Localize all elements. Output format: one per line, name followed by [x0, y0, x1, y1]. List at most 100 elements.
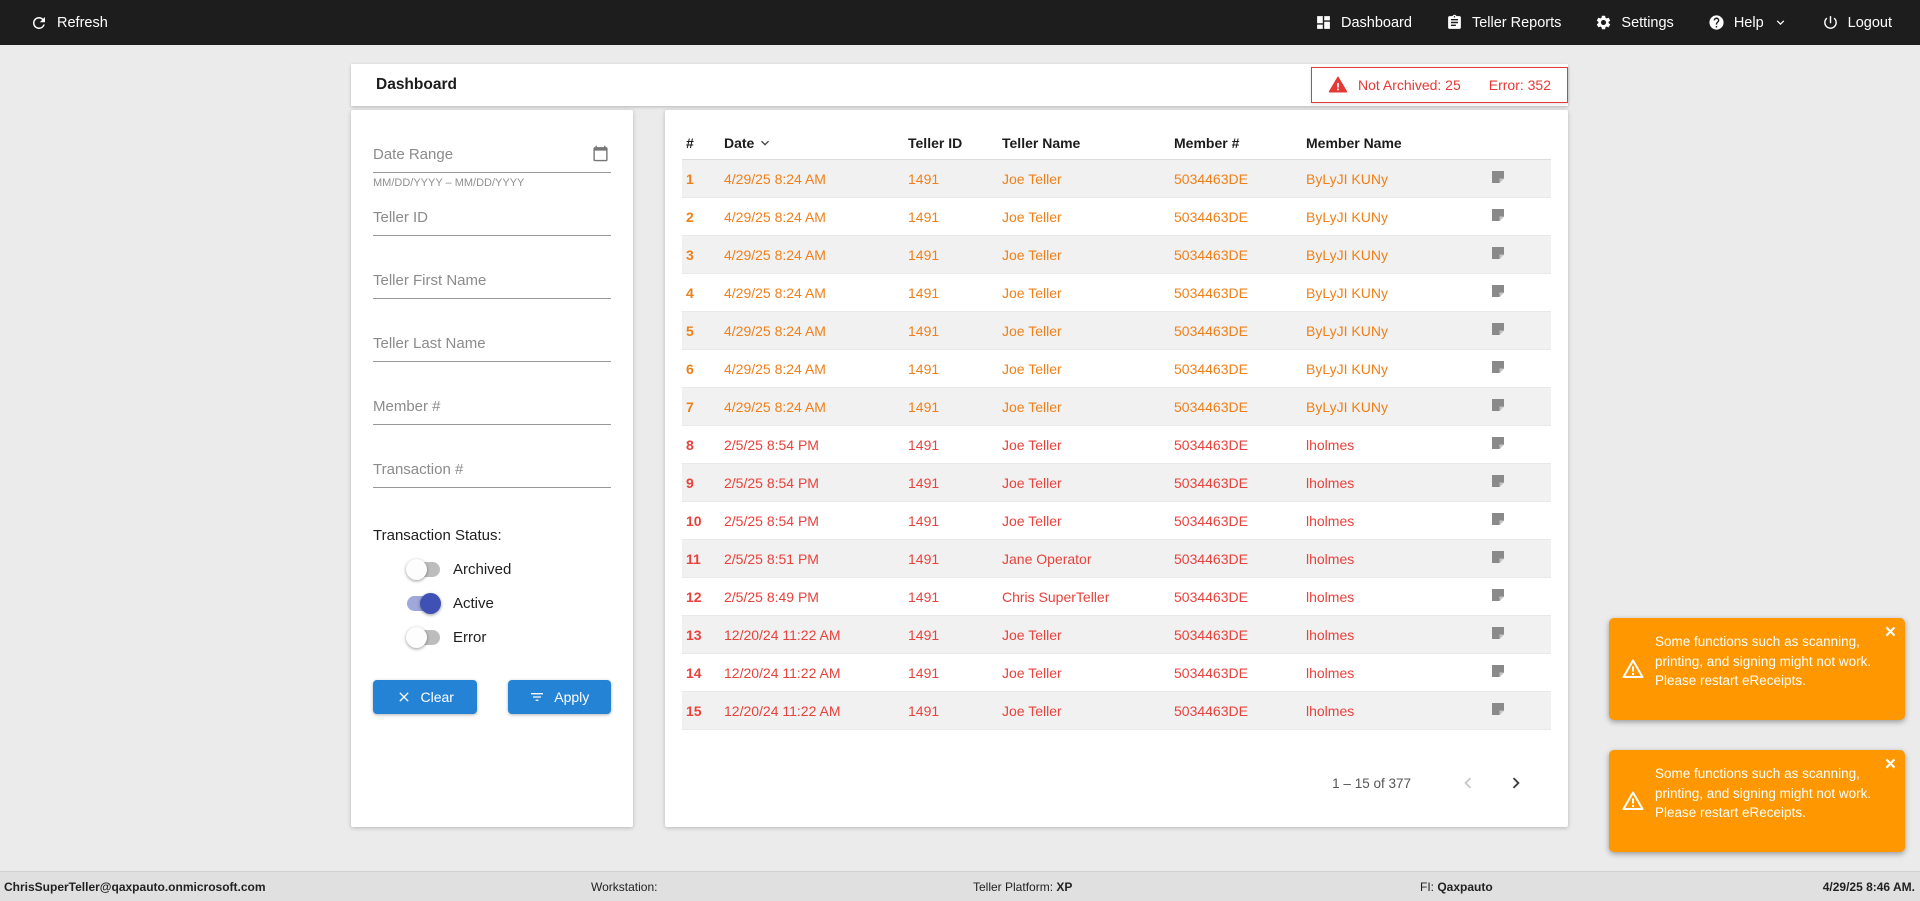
prev-page-button[interactable]: [1457, 772, 1479, 794]
nav-logout[interactable]: Logout: [1822, 14, 1892, 31]
teller-id-input[interactable]: [373, 201, 611, 236]
row-member-name: lholmes: [1306, 702, 1355, 719]
nav-dashboard[interactable]: Dashboard: [1315, 14, 1412, 31]
toggle-label: Error: [453, 628, 487, 646]
toggle-switch[interactable]: [406, 558, 440, 580]
receipt-icon[interactable]: [1489, 548, 1507, 566]
table-row[interactable]: 13 12/20/24 11:22 AM 1491 Joe Teller 503…: [682, 616, 1551, 654]
pagination-range: 1 – 15 of 377: [1332, 775, 1411, 791]
receipt-icon[interactable]: [1489, 700, 1507, 718]
transactions-table: # Date Teller ID Teller Name Member # Me…: [665, 110, 1568, 827]
status-alert-badge[interactable]: Not Archived: 25 Error: 352: [1311, 67, 1568, 103]
table-row[interactable]: 3 4/29/25 8:24 AM 1491 Joe Teller 503446…: [682, 236, 1551, 274]
row-teller-id: 1491: [908, 170, 940, 187]
apply-button[interactable]: Apply: [507, 680, 611, 714]
chevron-right-icon: [1505, 772, 1527, 794]
clear-button[interactable]: Clear: [373, 680, 477, 714]
table-row[interactable]: 6 4/29/25 8:24 AM 1491 Joe Teller 503446…: [682, 350, 1551, 388]
row-teller-id: 1491: [908, 398, 940, 415]
toggle-switch[interactable]: [407, 592, 441, 614]
receipt-icon[interactable]: [1489, 244, 1507, 262]
status-toggle[interactable]: Active: [373, 592, 611, 614]
nav-help[interactable]: Help: [1708, 14, 1788, 31]
row-member-name: ByLyJI KUNy: [1306, 284, 1388, 301]
teller-first-name-input[interactable]: [373, 264, 611, 299]
row-num: 7: [686, 398, 694, 415]
receipt-icon[interactable]: [1489, 472, 1507, 490]
receipt-icon[interactable]: [1489, 510, 1507, 528]
toast-close-icon[interactable]: ×: [1885, 755, 1896, 774]
toast-warning-icon: [1621, 789, 1645, 813]
refresh-label: Refresh: [57, 14, 108, 31]
row-member-name: lholmes: [1306, 512, 1355, 529]
toast-close-icon[interactable]: ×: [1885, 623, 1896, 642]
row-member-name: ByLyJI KUNy: [1306, 170, 1388, 187]
row-date: 2/5/25 8:54 PM: [724, 512, 819, 529]
table-row[interactable]: 7 4/29/25 8:24 AM 1491 Joe Teller 503446…: [682, 388, 1551, 426]
table-row[interactable]: 4 4/29/25 8:24 AM 1491 Joe Teller 503446…: [682, 274, 1551, 312]
table-row[interactable]: 1 4/29/25 8:24 AM 1491 Joe Teller 503446…: [682, 160, 1551, 198]
filter-icon: [529, 689, 545, 705]
receipt-icon[interactable]: [1489, 624, 1507, 642]
transaction-number-field: [373, 453, 611, 488]
row-teller-name: Joe Teller: [1002, 512, 1062, 529]
nav-dashboard-label: Dashboard: [1341, 14, 1412, 31]
table-row[interactable]: 11 2/5/25 8:51 PM 1491 Jane Operator 503…: [682, 540, 1551, 578]
toggle-switch[interactable]: [406, 626, 440, 648]
row-member-number: 5034463DE: [1174, 474, 1248, 491]
apply-button-label: Apply: [554, 689, 590, 705]
row-date: 4/29/25 8:24 AM: [724, 322, 826, 339]
row-teller-id: 1491: [908, 360, 940, 377]
table-row[interactable]: 12 2/5/25 8:49 PM 1491 Chris SuperTeller…: [682, 578, 1551, 616]
row-num: 5: [686, 322, 694, 339]
refresh-button[interactable]: Refresh: [30, 14, 108, 32]
date-range-input[interactable]: [373, 138, 611, 173]
member-number-input[interactable]: [373, 390, 611, 425]
table-row[interactable]: 14 12/20/24 11:22 AM 1491 Joe Teller 503…: [682, 654, 1551, 692]
col-member-number: Member #: [1174, 134, 1240, 151]
receipt-icon[interactable]: [1489, 320, 1507, 338]
table-row[interactable]: 5 4/29/25 8:24 AM 1491 Joe Teller 503446…: [682, 312, 1551, 350]
receipt-icon[interactable]: [1489, 358, 1507, 376]
status-toggle[interactable]: Error: [373, 626, 611, 648]
status-toggle[interactable]: Archived: [373, 558, 611, 580]
row-teller-id: 1491: [908, 588, 940, 605]
receipt-icon[interactable]: [1489, 662, 1507, 680]
transaction-number-input[interactable]: [373, 453, 611, 488]
receipt-icon[interactable]: [1489, 168, 1507, 186]
navbar-right: Dashboard Teller Reports Settings Help L…: [1315, 14, 1892, 31]
date-format-hint: MM/DD/YYYY – MM/DD/YYYY: [373, 177, 525, 189]
row-teller-name: Joe Teller: [1002, 170, 1062, 187]
row-member-name: ByLyJI KUNy: [1306, 360, 1388, 377]
teller-last-name-input[interactable]: [373, 327, 611, 362]
table-row[interactable]: 2 4/29/25 8:24 AM 1491 Joe Teller 503446…: [682, 198, 1551, 236]
table-row[interactable]: 15 12/20/24 11:22 AM 1491 Joe Teller 503…: [682, 692, 1551, 730]
row-date: 4/29/25 8:24 AM: [724, 208, 826, 225]
row-date: 4/29/25 8:24 AM: [724, 170, 826, 187]
calendar-icon[interactable]: [592, 145, 609, 162]
fi-value: Qaxpauto: [1437, 880, 1493, 894]
row-member-name: ByLyJI KUNy: [1306, 208, 1388, 225]
row-member-number: 5034463DE: [1174, 436, 1248, 453]
receipt-icon[interactable]: [1489, 396, 1507, 414]
teller-platform: Teller Platform: XP: [973, 880, 1072, 894]
receipt-icon[interactable]: [1489, 282, 1507, 300]
member-number-field: [373, 390, 611, 425]
toggle-label: Active: [453, 594, 494, 612]
dashboard-icon: [1315, 14, 1332, 31]
next-page-button[interactable]: [1505, 772, 1527, 794]
nav-teller-reports[interactable]: Teller Reports: [1446, 14, 1561, 31]
nav-settings[interactable]: Settings: [1595, 14, 1674, 31]
table-row[interactable]: 10 2/5/25 8:54 PM 1491 Joe Teller 503446…: [682, 502, 1551, 540]
table-body: 1 4/29/25 8:24 AM 1491 Joe Teller 503446…: [682, 160, 1551, 730]
row-teller-name: Joe Teller: [1002, 208, 1062, 225]
receipt-icon[interactable]: [1489, 434, 1507, 452]
nav-settings-label: Settings: [1621, 14, 1674, 31]
row-member-number: 5034463DE: [1174, 588, 1248, 605]
table-row[interactable]: 9 2/5/25 8:54 PM 1491 Joe Teller 5034463…: [682, 464, 1551, 502]
gear-icon: [1595, 14, 1612, 31]
receipt-icon[interactable]: [1489, 586, 1507, 604]
receipt-icon[interactable]: [1489, 206, 1507, 224]
col-date[interactable]: Date: [720, 135, 904, 151]
table-row[interactable]: 8 2/5/25 8:54 PM 1491 Joe Teller 5034463…: [682, 426, 1551, 464]
